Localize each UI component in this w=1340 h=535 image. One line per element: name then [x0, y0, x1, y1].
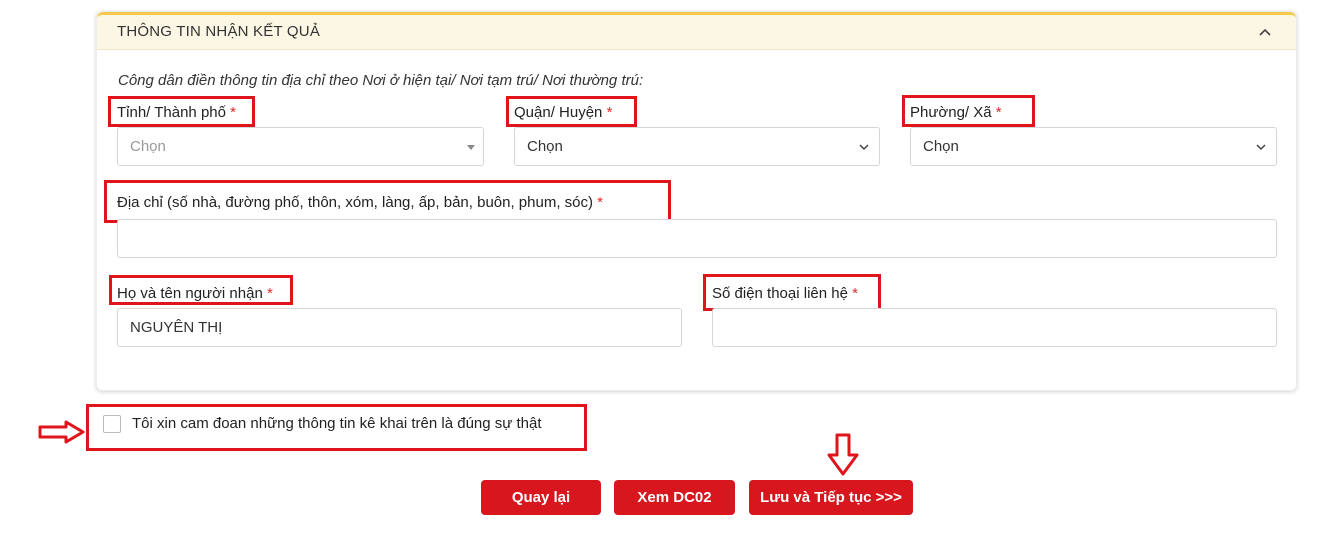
recipient-name-input[interactable]: NGUYÊN THỊ: [117, 308, 682, 347]
highlight-box: [902, 95, 1035, 127]
address-instruction: Công dân điền thông tin địa chỉ theo Nơi…: [118, 72, 644, 89]
recipient-name-value: NGUYÊN THỊ: [130, 319, 223, 336]
highlight-box: [109, 275, 293, 305]
highlight-box: [108, 96, 255, 127]
district-select[interactable]: Chọn: [514, 127, 880, 166]
panel-header[interactable]: THÔNG TIN NHẬN KẾT QUẢ: [97, 12, 1296, 50]
chevron-up-icon[interactable]: [1258, 25, 1272, 39]
phone-input[interactable]: [712, 308, 1277, 347]
arrow-right-icon: [38, 420, 85, 444]
back-button[interactable]: Quay lại: [481, 480, 601, 515]
view-dc02-button[interactable]: Xem DC02: [614, 480, 735, 515]
address-input[interactable]: [117, 219, 1277, 258]
province-select-value: Chọn: [130, 138, 166, 155]
chevron-down-icon: [1256, 144, 1266, 151]
arrow-down-icon: [827, 433, 859, 476]
district-select-value: Chọn: [527, 138, 563, 155]
highlight-box: [506, 96, 637, 127]
save-continue-button[interactable]: Lưu và Tiếp tục >>>: [749, 480, 913, 515]
highlight-box: [703, 274, 881, 311]
section-title: THÔNG TIN NHẬN KẾT QUẢ: [117, 23, 321, 40]
caret-down-icon: [467, 145, 475, 150]
chevron-down-icon: [859, 144, 869, 151]
agreement-label[interactable]: Tôi xin cam đoan những thông tin kê khai…: [132, 415, 542, 432]
highlight-box: [104, 180, 671, 223]
agreement-checkbox[interactable]: [103, 415, 121, 433]
ward-select[interactable]: Chọn: [910, 127, 1277, 166]
ward-select-value: Chọn: [923, 138, 959, 155]
province-select[interactable]: Chọn: [117, 127, 484, 166]
